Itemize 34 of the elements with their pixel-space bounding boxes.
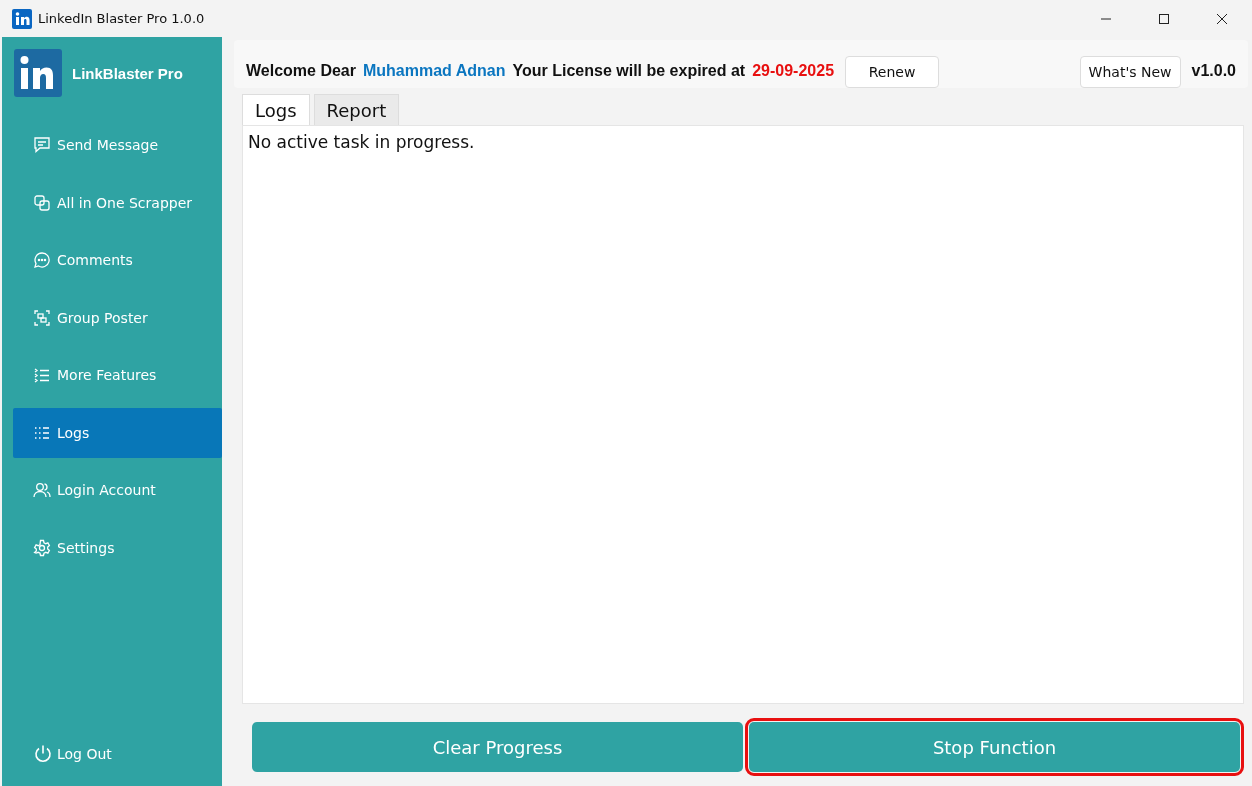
- version-label: v1.0.0: [1191, 62, 1236, 80]
- nav-item[interactable]: All in One Scrapper: [13, 177, 222, 228]
- power-icon: [33, 744, 53, 764]
- expiry-date: 29-09-2025: [752, 62, 835, 80]
- close-icon[interactable]: [1216, 12, 1228, 25]
- welcome-label: Welcome Dear: [246, 62, 356, 80]
- renew-button[interactable]: Renew: [845, 56, 940, 88]
- copy-icon: [33, 193, 51, 212]
- tab[interactable]: Report: [313, 94, 400, 125]
- nav-item[interactable]: Logs: [13, 407, 222, 458]
- license-label: Your License will be expired at: [512, 62, 746, 80]
- users-icon: [33, 481, 51, 499]
- brand-logo-icon: [14, 49, 62, 97]
- chat-bubble-icon: [33, 251, 51, 269]
- action-button[interactable]: Clear Progress: [252, 722, 743, 772]
- user-name: Muhammad Adnan: [363, 62, 506, 80]
- list-icon: [33, 366, 51, 384]
- whats-new-button[interactable]: What's New: [1079, 56, 1181, 88]
- tab[interactable]: Logs: [242, 94, 310, 125]
- settings-icon: [33, 538, 51, 557]
- maximize-icon[interactable]: [1158, 12, 1170, 25]
- nav-item[interactable]: Login Account: [13, 465, 222, 515]
- nav-item[interactable]: Group Poster: [13, 292, 222, 343]
- log-text: No active task in progress.: [248, 132, 475, 152]
- nav-item[interactable]: Settings: [13, 522, 222, 573]
- logout-button[interactable]: Log Out: [33, 744, 222, 764]
- nav-item[interactable]: More Features: [13, 350, 222, 400]
- brand-name: LinkBlaster Pro: [72, 64, 183, 82]
- nav-item[interactable]: Send Message: [13, 120, 222, 170]
- window-title: LinkedIn Blaster Pro 1.0.0: [38, 11, 205, 26]
- group-icon: [33, 308, 51, 327]
- app-logo-icon: [12, 8, 32, 29]
- message-icon: [33, 136, 51, 154]
- nav-item[interactable]: Comments: [13, 235, 222, 285]
